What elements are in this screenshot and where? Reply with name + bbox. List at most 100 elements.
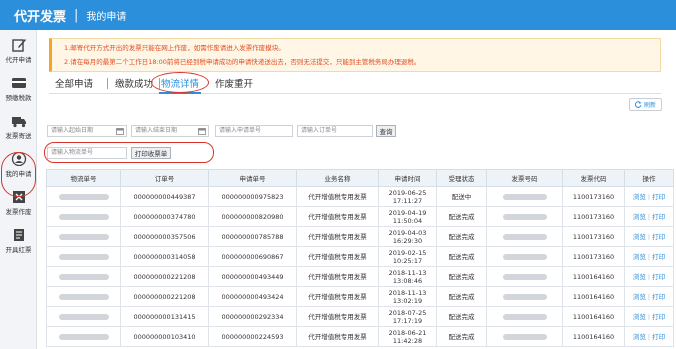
- tab-paid[interactable]: 缴款成功: [115, 76, 153, 90]
- apply-clock: 13:08:46: [392, 276, 423, 285]
- redacted-value: [502, 233, 547, 240]
- print-link[interactable]: 打印: [652, 233, 665, 241]
- apply-time-cell: 2019-06-25 17:11:27: [378, 186, 437, 207]
- order-no-cell: 000000000357506: [120, 226, 209, 247]
- end-date-input[interactable]: 请输入结束日期: [131, 125, 209, 137]
- sidebar-item-apply[interactable]: 代开申请: [0, 34, 37, 70]
- redacted-value: [58, 213, 109, 220]
- order-no-placeholder: 请输入订单号: [301, 127, 338, 134]
- apply-date: 2019-06-25: [388, 188, 427, 197]
- status-cell: 配送中: [436, 186, 487, 207]
- order-no-input[interactable]: 请输入订单号: [297, 125, 373, 137]
- view-link[interactable]: 浏览: [633, 253, 646, 261]
- redacted-value: [58, 233, 109, 240]
- redacted-value: [58, 193, 109, 200]
- action-separator: |: [647, 332, 651, 341]
- apply-time-cell: 2019-02-15 10:25:17: [378, 246, 437, 267]
- status-cell: 配送完成: [436, 306, 487, 327]
- order-no-cell: 000000000131415: [120, 306, 209, 327]
- action-separator: |: [647, 212, 651, 221]
- redacted-value: [502, 273, 547, 280]
- logistics-no-cell: [46, 226, 121, 247]
- table-row: 000000000374780 000000000820980 代开增值税专用发票 2…: [46, 206, 674, 227]
- view-link[interactable]: 浏览: [633, 213, 646, 221]
- table-row: 000000000131415 000000000292334 代开增值税专用发票 2…: [46, 306, 674, 327]
- invoice-code-cell: 1100164160: [562, 266, 625, 287]
- actions-cell: 浏览 | 打印: [624, 326, 674, 347]
- view-link[interactable]: 浏览: [633, 313, 646, 321]
- sidebar-item-prepay[interactable]: 预缴税款: [0, 72, 37, 108]
- print-link[interactable]: 打印: [652, 273, 665, 281]
- apply-no-cell: 000000000785788: [208, 226, 297, 247]
- apply-clock: 10:25:17: [392, 256, 423, 265]
- apply-date: 2018-06-21: [388, 328, 427, 337]
- logistics-table: 物流单号 订单号 申请单号 业务名称 申请时间 受理状态 发票号码 发票代码 操…: [46, 169, 674, 347]
- view-link[interactable]: 浏览: [633, 273, 646, 281]
- logistics-no-cell: [46, 286, 121, 307]
- business-cell: 代开增值税专用发票: [296, 246, 379, 267]
- sidebar-item-mailing[interactable]: 发票寄送: [0, 110, 37, 146]
- header-separator: |: [74, 7, 79, 23]
- status-cell: 配送完成: [436, 286, 487, 307]
- business-cell: 代开增值税专用发票: [296, 326, 379, 347]
- action-separator: |: [647, 232, 651, 241]
- view-link[interactable]: 浏览: [633, 193, 646, 201]
- sidebar-item-label: 发票寄送: [5, 132, 32, 140]
- apply-time-cell: 2019-04-19 11:50:04: [378, 206, 437, 227]
- invoice-code-cell: 1100173160: [562, 206, 625, 227]
- print-link[interactable]: 打印: [652, 293, 665, 301]
- redacted-value: [502, 313, 547, 320]
- tab-all[interactable]: 全部申请: [55, 76, 93, 90]
- table-header-row: 物流单号 订单号 申请单号 业务名称 申请时间 受理状态 发票号码 发票代码 操…: [46, 169, 674, 187]
- calendar-icon[interactable]: [116, 127, 124, 135]
- redacted-value: [502, 213, 547, 220]
- status-cell: 配送完成: [436, 266, 487, 287]
- invoice-no-cell: [486, 186, 563, 207]
- apply-date: 2019-04-03: [388, 228, 427, 237]
- logistics-no-cell: [46, 206, 121, 227]
- order-no-cell: 000000000374780: [120, 206, 209, 227]
- refresh-icon: [634, 101, 642, 108]
- app-header: 代开发票 | 我的申请: [0, 0, 676, 30]
- apply-date: 2019-02-15: [388, 248, 427, 257]
- refresh-label: 刷新: [643, 102, 656, 109]
- card-icon: [11, 78, 26, 88]
- apply-no-cell: 000000000493424: [208, 286, 297, 307]
- actions-cell: 浏览 | 打印: [624, 306, 674, 327]
- redacted-value: [58, 313, 109, 320]
- tab-reissue[interactable]: 作废重开: [215, 76, 253, 90]
- apply-no-input[interactable]: 请输入申请单号: [215, 125, 293, 137]
- print-link[interactable]: 打印: [652, 333, 665, 341]
- search-button[interactable]: 查询: [376, 125, 396, 137]
- highlight-ring: [44, 142, 214, 163]
- print-link[interactable]: 打印: [652, 193, 665, 201]
- invoice-no-cell: [486, 266, 563, 287]
- sidebar-item-red-invoice[interactable]: 开具红票: [0, 224, 37, 260]
- business-cell: 代开增值税专用发票: [296, 226, 379, 247]
- print-link[interactable]: 打印: [652, 253, 665, 261]
- logistics-no-cell: [46, 306, 121, 327]
- print-link[interactable]: 打印: [652, 313, 665, 321]
- apply-time-cell: 2018-06-21 11:42:28: [378, 326, 437, 347]
- status-cell: 配送完成: [436, 206, 487, 227]
- invoice-no-cell: [486, 286, 563, 307]
- refresh-button[interactable]: 刷新: [629, 98, 662, 111]
- business-cell: 代开增值税专用发票: [296, 286, 379, 307]
- notice-line-2: 2.请在每月的最第二个工作日18:00前将已经到税申请成功的申请快递送出去，否则…: [64, 58, 421, 66]
- view-link[interactable]: 浏览: [633, 333, 646, 341]
- apply-no-cell: 000000000292334: [208, 306, 297, 327]
- order-no-cell: 000000000221208: [120, 286, 209, 307]
- start-date-input[interactable]: 请输入起始日期: [47, 125, 127, 137]
- apply-clock: 17:17:19: [392, 316, 423, 325]
- redacted-value: [58, 333, 109, 340]
- print-link[interactable]: 打印: [652, 213, 665, 221]
- apply-no-cell: 000000000975823: [208, 186, 297, 207]
- sidebar-item-label: 发票作废: [5, 208, 32, 216]
- redacted-value: [502, 253, 547, 260]
- view-link[interactable]: 浏览: [633, 293, 646, 301]
- invoice-code-cell: 1100164160: [562, 306, 625, 327]
- calendar-icon[interactable]: [198, 127, 206, 135]
- redacted-value: [58, 253, 109, 260]
- view-link[interactable]: 浏览: [633, 233, 646, 241]
- highlight-ring: [1, 152, 36, 197]
